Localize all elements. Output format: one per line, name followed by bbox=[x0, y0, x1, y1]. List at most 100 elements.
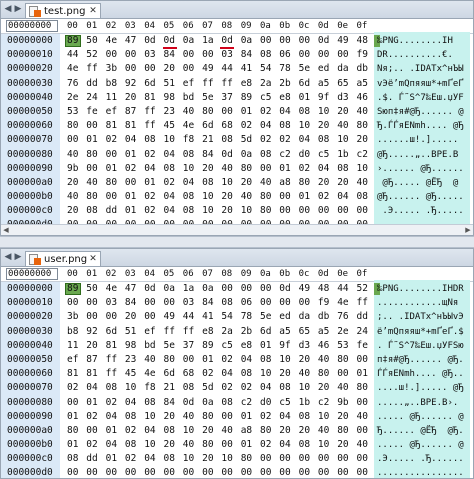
hex-byte[interactable]: 00 bbox=[144, 296, 155, 310]
hex-byte[interactable]: 80 bbox=[357, 381, 368, 395]
hex-byte[interactable]: 10 bbox=[183, 162, 194, 176]
hex-byte[interactable]: 00 bbox=[67, 296, 78, 310]
hex-byte[interactable]: 08 bbox=[299, 438, 310, 452]
hex-byte[interactable]: 00 bbox=[357, 452, 368, 466]
hex-byte[interactable]: 08 bbox=[183, 204, 194, 218]
hex-byte[interactable]: 5d bbox=[202, 381, 213, 395]
hex-byte[interactable]: 80 bbox=[202, 105, 213, 119]
hex-byte[interactable]: 00 bbox=[299, 466, 310, 478]
hex-byte[interactable]: 37 bbox=[221, 91, 232, 105]
hex-byte[interactable]: 00 bbox=[86, 119, 97, 133]
hex-byte[interactable]: 81 bbox=[144, 91, 155, 105]
hex-byte[interactable]: 40 bbox=[260, 176, 271, 190]
hex-byte[interactable]: 50 bbox=[86, 34, 97, 48]
hex-byte[interactable]: 6d bbox=[106, 325, 117, 339]
hex-byte[interactable]: 08 bbox=[221, 296, 232, 310]
hex-byte[interactable]: 0d bbox=[279, 282, 290, 296]
hex-byte[interactable]: 20 bbox=[125, 310, 136, 324]
hex-byte[interactable]: 81 bbox=[106, 119, 117, 133]
hex-byte[interactable]: 00 bbox=[279, 466, 290, 478]
hex-byte[interactable]: 4e bbox=[106, 282, 117, 296]
hex-byte[interactable]: 89 bbox=[202, 339, 213, 353]
hex-byte[interactable]: 03 bbox=[221, 48, 232, 62]
hex-byte[interactable]: 00 bbox=[318, 452, 329, 466]
hex-byte[interactable]: 24 bbox=[357, 325, 368, 339]
hex-byte[interactable]: 4e bbox=[144, 367, 155, 381]
pane-splitter[interactable] bbox=[0, 236, 474, 248]
hex-byte[interactable]: 10 bbox=[183, 424, 194, 438]
hex-byte[interactable]: c5 bbox=[279, 396, 290, 410]
hex-byte[interactable]: 20 bbox=[202, 162, 213, 176]
hex-byte[interactable]: 00 bbox=[337, 367, 348, 381]
hex-byte[interactable]: ff bbox=[86, 62, 97, 76]
hex-byte[interactable]: 89 bbox=[67, 34, 78, 48]
hex-byte[interactable]: 80 bbox=[357, 119, 368, 133]
hex-byte[interactable]: 08 bbox=[279, 119, 290, 133]
hex-byte[interactable]: ff bbox=[357, 296, 368, 310]
hex-byte[interactable]: c2 bbox=[279, 148, 290, 162]
hex-byte[interactable]: 10 bbox=[357, 162, 368, 176]
hex-byte[interactable]: 76 bbox=[67, 77, 78, 91]
hex-byte[interactable]: 10 bbox=[318, 438, 329, 452]
hex-byte[interactable]: 48 bbox=[357, 34, 368, 48]
hex-byte[interactable]: 10 bbox=[164, 133, 175, 147]
hex-byte[interactable]: 40 bbox=[221, 162, 232, 176]
hex-byte[interactable]: 04 bbox=[260, 381, 271, 395]
hex-byte[interactable]: 00 bbox=[299, 296, 310, 310]
hex-byte[interactable]: 08 bbox=[125, 410, 136, 424]
hex-byte[interactable]: 44 bbox=[337, 282, 348, 296]
hex-byte[interactable]: 80 bbox=[106, 176, 117, 190]
hex-byte[interactable]: 51 bbox=[125, 325, 136, 339]
hex-byte[interactable]: 10 bbox=[183, 452, 194, 466]
ascii-text[interactable]: Ђ.ЃЃяENmh.... @Ђ bbox=[377, 119, 464, 133]
hex-byte[interactable]: 01 bbox=[241, 410, 252, 424]
hex-byte[interactable]: 04 bbox=[106, 438, 117, 452]
hex-byte[interactable]: f9 bbox=[318, 296, 329, 310]
hex-byte[interactable]: 20 bbox=[337, 410, 348, 424]
hex-byte[interactable]: 20 bbox=[337, 105, 348, 119]
ascii-text[interactable]: .....„..BPE.В›. bbox=[377, 396, 458, 410]
hex-byte[interactable]: 84 bbox=[202, 296, 213, 310]
hex-byte[interactable]: 02 bbox=[202, 367, 213, 381]
hex-byte[interactable]: 08 bbox=[202, 176, 213, 190]
hex-byte[interactable]: 02 bbox=[144, 204, 155, 218]
hex-byte[interactable]: c5 bbox=[260, 91, 271, 105]
hex-byte[interactable]: 11 bbox=[106, 91, 117, 105]
tab-user-png[interactable]: user.png ✕ bbox=[25, 251, 101, 266]
hex-byte[interactable]: 08 bbox=[260, 148, 271, 162]
ascii-text[interactable]: vЭё’mQпяяш*+mҐeҐ bbox=[377, 77, 464, 91]
hex-byte[interactable]: 01 bbox=[279, 162, 290, 176]
scroll-left-arrow-icon[interactable]: ◀ bbox=[1, 225, 11, 235]
hex-byte[interactable]: 01 bbox=[299, 91, 310, 105]
hex-byte[interactable]: 65 bbox=[337, 77, 348, 91]
hex-byte[interactable]: 52 bbox=[86, 48, 97, 62]
hex-byte[interactable]: 80 bbox=[67, 424, 78, 438]
hex-byte[interactable]: 04 bbox=[125, 133, 136, 147]
hex-byte[interactable]: 00 bbox=[299, 204, 310, 218]
hex-byte[interactable]: 46 bbox=[318, 339, 329, 353]
hex-byte[interactable]: 20 bbox=[125, 91, 136, 105]
ascii-text[interactable]: ............щNя bbox=[377, 296, 458, 310]
hex-byte[interactable]: 49 bbox=[299, 282, 310, 296]
hex-byte[interactable]: 08 bbox=[164, 162, 175, 176]
hex-byte[interactable]: 01 bbox=[106, 452, 117, 466]
hex-byte[interactable]: c5 bbox=[221, 339, 232, 353]
hex-byte[interactable]: ff bbox=[164, 325, 175, 339]
hex-byte[interactable]: 10 bbox=[279, 353, 290, 367]
hex-byte[interactable]: 68 bbox=[221, 119, 232, 133]
hex-byte[interactable]: 08 bbox=[183, 190, 194, 204]
hex-byte[interactable]: 02 bbox=[260, 133, 271, 147]
hex-byte[interactable]: 0d bbox=[183, 396, 194, 410]
close-icon[interactable]: ✕ bbox=[88, 254, 98, 264]
hex-byte[interactable]: 01 bbox=[260, 339, 271, 353]
hex-byte[interactable]: 03 bbox=[144, 48, 155, 62]
hex-byte[interactable]: 89 bbox=[67, 282, 78, 296]
hex-byte[interactable]: 76 bbox=[337, 310, 348, 324]
hex-byte[interactable]: 00 bbox=[357, 424, 368, 438]
hex-byte[interactable]: 80 bbox=[260, 204, 271, 218]
hex-byte[interactable]: 10 bbox=[221, 452, 232, 466]
hex-byte[interactable]: ef bbox=[67, 353, 78, 367]
hex-byte[interactable]: 98 bbox=[164, 91, 175, 105]
hex-byte[interactable]: 6d bbox=[144, 77, 155, 91]
hex-byte[interactable]: 02 bbox=[86, 438, 97, 452]
